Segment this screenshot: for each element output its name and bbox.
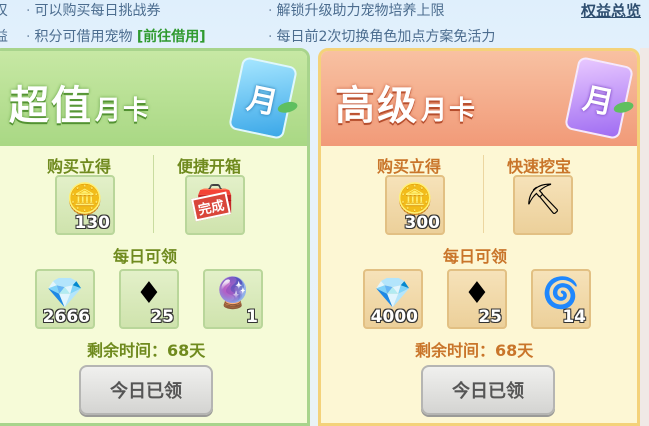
daily-item-1[interactable]: 💎 2666: [35, 269, 95, 329]
item-count: 1: [246, 307, 258, 327]
buy-reward-item[interactable]: 🪙 300: [385, 175, 445, 235]
benefit-text: 每日前2次切换角色加点方案免活力: [276, 29, 496, 45]
remaining-time: 剩余时间：68天: [87, 341, 206, 360]
section-divider: [153, 155, 154, 233]
perk-label: 便捷开箱: [177, 157, 242, 176]
benefit-row1-a: · 可以购买每日挑战券: [26, 0, 160, 20]
month-card-badge-icon: 月: [563, 55, 635, 141]
left-cut-text-2: 益: [0, 29, 8, 45]
perk-label: 快速挖宝: [507, 157, 572, 176]
red-gem-icon: ♦: [463, 276, 491, 311]
card-title: 高级月卡: [335, 73, 477, 131]
daily-claim-label: 每日可领: [443, 247, 508, 266]
shovel-icon: ⛏: [523, 182, 563, 217]
daily-item-2[interactable]: ♦ 25: [447, 269, 507, 329]
benefit-row2-a: · 积分可借用宠物 [前往借用]: [26, 26, 206, 46]
premium-monthly-card: 高级月卡 月 购买立得 快速挖宝 🪙 300 ⛏ 每日可领 💎 4000 ♦ 2…: [318, 48, 640, 426]
blue-orb-icon: 🔮: [214, 276, 252, 311]
benefit-row1-b: · 解锁升级助力宠物培养上限: [268, 0, 444, 20]
benefit-text: 解锁升级助力宠物培养上限: [276, 3, 445, 19]
right-edge-panel: [640, 48, 649, 426]
daily-item-3[interactable]: 🔮 1: [203, 269, 263, 329]
card-title-suffix: 月卡: [421, 96, 478, 126]
item-count: 130: [74, 213, 111, 233]
top-benefits-bar: 叹 益 · 可以购买每日挑战券 · 解锁升级助力宠物培养上限 · 积分可借用宠物 [前…: [0, 0, 649, 48]
benefit-row2-b: · 每日前2次切换角色加点方案免活力: [268, 26, 495, 46]
daily-item-1[interactable]: 💎 4000: [363, 269, 423, 329]
buy-instant-label: 购买立得: [47, 157, 112, 176]
card-title-suffix: 月卡: [95, 96, 152, 126]
remaining-time: 剩余时间：68天: [415, 341, 534, 360]
section-divider: [483, 155, 484, 233]
value-monthly-card: 超值月卡 月 购买立得 便捷开箱 🪙 130 🧰 完成 每日可领 💎 2666 …: [0, 48, 310, 426]
item-count: 25: [150, 307, 174, 327]
item-count: 300: [404, 213, 441, 233]
left-cut-text-1: 叹: [0, 3, 8, 19]
card-title-main: 高级: [335, 82, 419, 129]
goto-borrow-link[interactable]: [前往借用]: [137, 29, 206, 45]
bullet-icon: ·: [26, 29, 31, 45]
item-count: 25: [478, 307, 502, 327]
buy-instant-label: 购买立得: [377, 157, 442, 176]
red-gem-icon: ♦: [135, 276, 163, 311]
item-count: 2666: [42, 307, 90, 327]
benefit-text: 可以购买每日挑战券: [34, 3, 161, 19]
blue-swirl-icon: 🌀: [542, 276, 580, 311]
month-card-badge-icon: 月: [227, 55, 299, 141]
card-header: 超值月卡 月: [0, 51, 307, 146]
perk-item[interactable]: ⛏: [513, 175, 573, 235]
silver-ingot-icon: 💎: [46, 276, 84, 311]
gold-ingot-icon: 🪙: [396, 182, 434, 217]
bullet-icon: ·: [26, 3, 31, 19]
card-title-main: 超值: [9, 82, 93, 129]
card-title: 超值月卡: [9, 73, 151, 131]
silver-ingot-icon: 💎: [374, 276, 412, 311]
item-count: 14: [562, 307, 586, 327]
rights-overview-link[interactable]: 权益总览: [581, 0, 641, 21]
bullet-icon: ·: [268, 3, 273, 19]
gold-ingot-icon: 🪙: [66, 182, 104, 217]
claimed-today-button[interactable]: 今日已领: [79, 365, 213, 415]
daily-claim-label: 每日可领: [113, 247, 178, 266]
benefit-text: 积分可借用宠物: [34, 29, 133, 45]
buy-reward-item[interactable]: 🪙 130: [55, 175, 115, 235]
perk-item[interactable]: 🧰 完成: [185, 175, 245, 235]
item-count: 4000: [370, 307, 418, 327]
daily-item-2[interactable]: ♦ 25: [119, 269, 179, 329]
card-header: 高级月卡 月: [321, 51, 637, 146]
claimed-today-button[interactable]: 今日已领: [421, 365, 555, 415]
daily-item-3[interactable]: 🌀 14: [531, 269, 591, 329]
bullet-icon: ·: [268, 29, 273, 45]
